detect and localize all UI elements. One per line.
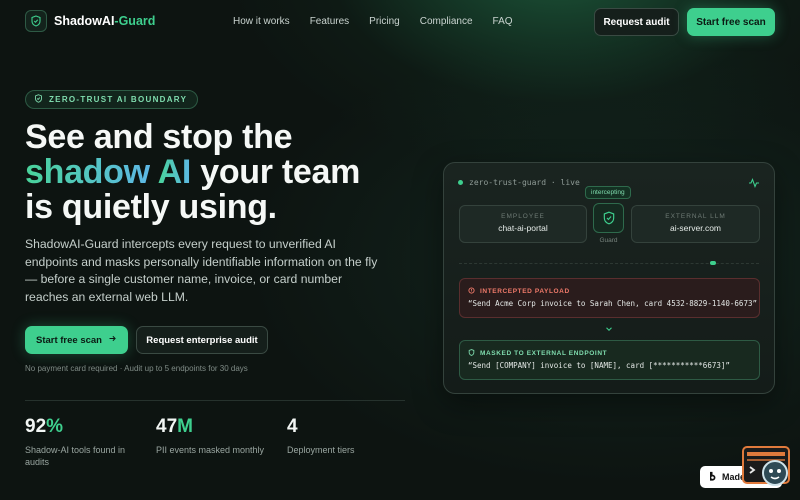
- guard-label: Guard: [599, 237, 618, 244]
- employee-node-value: chat-ai-portal: [498, 223, 548, 233]
- nav-link-faq[interactable]: FAQ: [493, 16, 513, 27]
- masked-payload-box: MASKED TO EXTERNAL ENDPOINT “Send [COMPA…: [459, 340, 760, 380]
- start-free-scan-label: Start free scan: [35, 334, 102, 346]
- start-free-scan-button[interactable]: Start free scan: [25, 326, 128, 354]
- stat-value: 4: [287, 416, 298, 437]
- alert-circle-icon: [468, 287, 475, 296]
- masked-payload-header: MASKED TO EXTERNAL ENDPOINT: [468, 349, 607, 358]
- arrow-right-icon: [108, 334, 117, 346]
- hero-title-line-2: shadow AI your team: [25, 155, 425, 190]
- stat-value: 47M: [156, 416, 193, 437]
- stat-label: Shadow-AI tools found in audits: [25, 445, 126, 467]
- nav-link-features[interactable]: Features: [310, 16, 349, 27]
- hero-title-line-2-rest: your team: [191, 153, 361, 191]
- hero-title-accent-1: shadow: [25, 153, 150, 191]
- nav-link-how-it-works[interactable]: How it works: [233, 16, 290, 27]
- employee-node-title: EMPLOYEE: [501, 213, 545, 220]
- intercepting-tag: intercepting: [585, 186, 631, 199]
- hero-title-line-1: See and stop the: [25, 118, 293, 156]
- panel-header: zero-trust-guard · live: [458, 178, 580, 187]
- mask-shield-icon: [468, 349, 475, 358]
- hero-badge: ZERO-TRUST AI BOUNDARY: [25, 90, 199, 109]
- hero-title-accent-2: AI: [157, 153, 192, 191]
- intercepted-payload-label: INTERCEPTED PAYLOAD: [480, 288, 570, 295]
- stat-label: PII events masked monthly: [156, 445, 265, 455]
- intercepted-payload-text: “Send Acme Corp invoice to Sarah Chen, c…: [468, 299, 757, 308]
- guard-live-panel: zero-trust-guard · live EMPLOYEE chat-ai…: [443, 162, 775, 394]
- traffic-packet: [710, 261, 716, 265]
- stat-value: 92%: [25, 416, 64, 437]
- external-llm-node-title: EXTERNAL LLM: [665, 213, 726, 220]
- stat-label: Deployment tiers: [287, 445, 355, 455]
- stats-divider: [25, 400, 405, 401]
- hero-title-line-3: is quietly using.: [25, 188, 277, 226]
- masked-payload-label: MASKED TO EXTERNAL ENDPOINT: [480, 350, 608, 357]
- bolt-logo-icon: [708, 471, 717, 483]
- shield-icon: [25, 10, 47, 32]
- nav-links: How it works Features Pricing Compliance…: [233, 16, 513, 27]
- request-audit-button[interactable]: Request audit: [594, 8, 679, 36]
- chevron-down-icon: [604, 321, 614, 339]
- stat-deployment-tiers: 4 Deployment tiers: [287, 416, 402, 456]
- employee-node: EMPLOYEE chat-ai-portal: [459, 205, 587, 243]
- guard-shield-icon: [593, 203, 624, 233]
- brand-name: ShadowAI-Guard: [54, 14, 156, 28]
- brand-logo[interactable]: ShadowAI-Guard: [25, 10, 155, 32]
- hero-badge-label: ZERO-TRUST AI BOUNDARY: [49, 95, 188, 104]
- activity-pulse-icon: [748, 176, 760, 194]
- stat-pii-events: 47M PII events masked monthly: [156, 416, 271, 456]
- live-status-dot: [458, 180, 463, 185]
- intercepted-payload-header: INTERCEPTED PAYLOAD: [468, 287, 570, 296]
- assistant-bot-icon[interactable]: [742, 445, 790, 489]
- nav-link-compliance[interactable]: Compliance: [420, 16, 473, 27]
- top-nav: ShadowAI-Guard How it works Features Pri…: [0, 0, 800, 44]
- hero-description: ShadowAI-Guard intercepts every request …: [25, 237, 378, 304]
- shield-check-icon: [34, 94, 43, 105]
- stat-shadow-ai-tools: 92% Shadow-AI tools found in audits: [25, 416, 140, 468]
- nav-link-pricing[interactable]: Pricing: [369, 16, 400, 27]
- external-llm-node: EXTERNAL LLM ai-server.com: [631, 205, 760, 243]
- panel-title: zero-trust-guard · live: [469, 178, 580, 187]
- masked-payload-text: “Send [COMPANY] invoice to [NAME], card …: [468, 361, 730, 370]
- fine-print: No payment card required · Audit up to 5…: [25, 364, 248, 373]
- external-llm-node-value: ai-server.com: [669, 223, 721, 233]
- hero-title: See and stop the shadow AI your team is …: [25, 120, 425, 225]
- request-enterprise-audit-button[interactable]: Request enterprise audit: [136, 326, 268, 354]
- intercepted-payload-box: INTERCEPTED PAYLOAD “Send Acme Corp invo…: [459, 278, 760, 318]
- start-free-scan-nav-button[interactable]: Start free scan: [687, 8, 775, 36]
